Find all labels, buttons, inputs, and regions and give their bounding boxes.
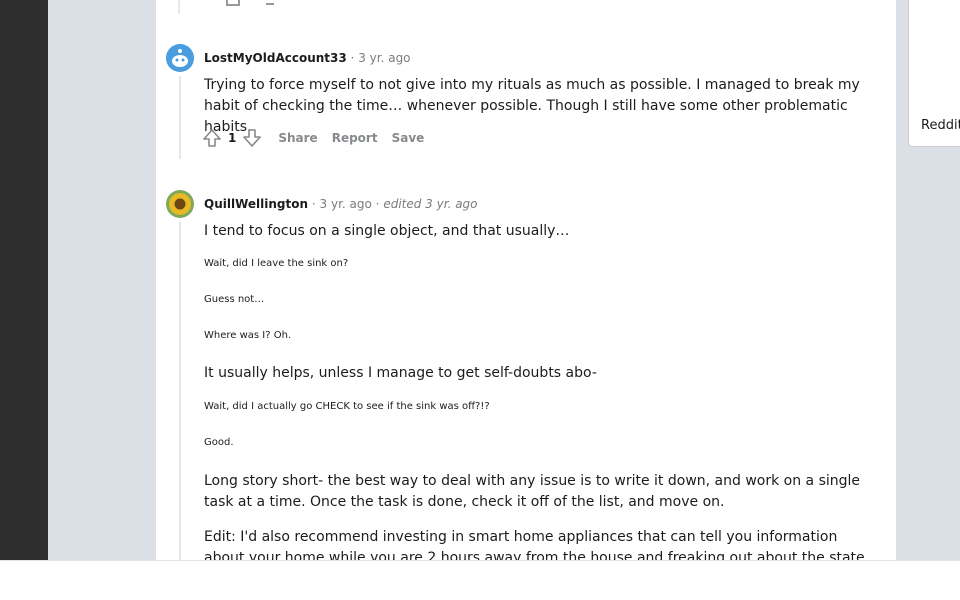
downvote-icon[interactable] [240,126,264,150]
edited-label: edited 3 yr. ago [383,197,478,211]
meta-separator: · [350,51,355,65]
snoo-avatar-icon [166,44,194,72]
comment-small-text: Good. [204,437,234,448]
bottom-bar [0,560,960,600]
comment-paragraph: Edit: I'd also recommend investing in sm… [204,529,865,560]
username-link[interactable]: QuillWellington [204,197,308,211]
comment-small-text: Where was I? Oh. [204,330,292,341]
avatar[interactable] [166,190,194,218]
thread-line[interactable] [179,76,181,159]
comment-paragraph: Long story short- the best way to deal w… [204,473,861,510]
comments-card: LostMyOldAccount33 · 3 yr. ago Trying to… [156,0,896,560]
prev-downvote-remnant [266,0,274,5]
comment-small-text: Guess not… [204,294,265,305]
username-link[interactable]: LostMyOldAccount33 [204,51,347,65]
comment-small-text: Wait, did I leave the sink on? [204,258,349,269]
save-button[interactable]: Save [392,131,425,145]
sidebar-card: Reddit [908,0,960,147]
upvote-icon[interactable] [200,126,224,150]
avatar[interactable] [166,44,194,72]
meta-separator: · [375,197,380,211]
thread-line-prev [178,0,180,14]
share-button[interactable]: Share [278,131,317,145]
comment-meta: QuillWellington · 3 yr. ago · edited 3 y… [204,197,478,211]
sunflower-avatar-icon [166,190,194,218]
report-button[interactable]: Report [332,131,378,145]
page-background [48,0,156,560]
comment-small-text: Wait, did I actually go CHECK to see if … [204,401,490,412]
comment-actions: 1 Share Report Save [200,126,424,150]
left-dark-rail [0,0,48,560]
comment-time[interactable]: 3 yr. ago [358,51,410,65]
comment-meta: LostMyOldAccount33 · 3 yr. ago [204,51,411,65]
comment-paragraph: It usually helps, unless I manage to get… [204,365,597,381]
vote-count: 1 [228,131,237,145]
meta-separator: · [311,197,316,211]
comment-time[interactable]: 3 yr. ago [320,197,372,211]
prev-vote-remnant [226,0,240,6]
thread-line[interactable] [179,222,181,560]
comment-paragraph: I tend to focus on a single object, and … [204,223,570,239]
sidebar-card-label: Reddit [921,118,960,133]
